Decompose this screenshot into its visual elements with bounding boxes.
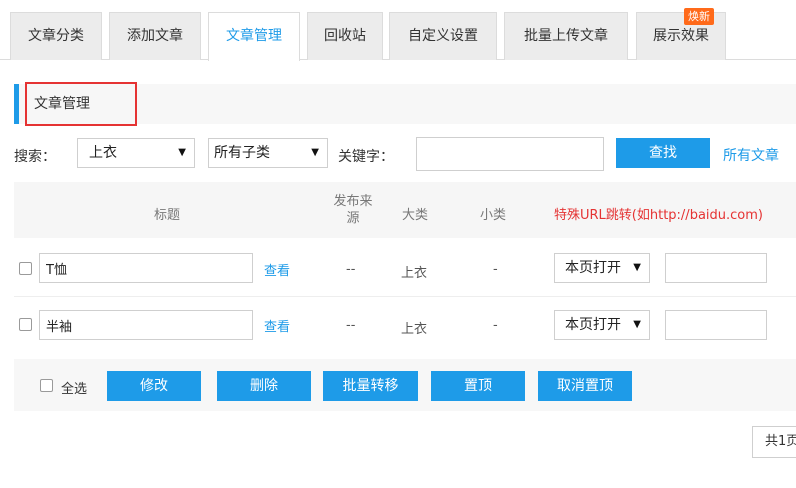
delete-button[interactable]: 删除 [217, 371, 311, 401]
search-label: 搜索： [14, 149, 56, 165]
chevron-down-icon: ▼ [178, 147, 186, 158]
article-title-input[interactable] [39, 253, 253, 283]
tab-article-management[interactable]: 文章管理 [208, 12, 300, 61]
article-title-input[interactable] [39, 310, 253, 340]
source-cell: -- [346, 262, 356, 277]
select-all-label[interactable]: 全选 [61, 378, 87, 397]
new-badge: 焕新 [684, 8, 714, 25]
major-category-cell: 上衣 [401, 322, 428, 337]
special-url-input[interactable] [665, 253, 767, 283]
major-category-cell: 上衣 [401, 266, 428, 281]
open-mode-value: 本页打开 [565, 317, 621, 333]
keyword-input[interactable] [416, 137, 604, 171]
column-header-source: 发布来源 [333, 194, 373, 226]
row-divider [14, 296, 796, 297]
keyword-label: 关键字： [338, 149, 394, 165]
chevron-down-icon: ▼ [311, 147, 319, 158]
open-mode-select[interactable]: 本页打开 ▼ [554, 253, 650, 283]
category-select[interactable]: 上衣 ▼ [77, 138, 195, 168]
tab-add-article[interactable]: 添加文章 [109, 12, 201, 60]
view-link[interactable]: 查看 [264, 260, 290, 279]
row-checkbox[interactable] [19, 262, 32, 275]
article-management-page: 文章分类 添加文章 文章管理 回收站 自定义设置 批量上传文章 展示效果 焕新 … [0, 0, 796, 488]
row-checkbox[interactable] [19, 318, 32, 331]
view-link[interactable]: 查看 [264, 316, 290, 335]
chevron-down-icon: ▼ [633, 262, 641, 273]
unpin-button[interactable]: 取消置顶 [538, 371, 632, 401]
all-articles-link[interactable]: 所有文章 [723, 145, 779, 165]
tab-bar: 文章分类 添加文章 文章管理 回收站 自定义设置 批量上传文章 展示效果 焕新 [0, 0, 796, 61]
column-header-minor: 小类 [480, 208, 507, 223]
column-header-title: 标题 [154, 208, 181, 223]
tab-batch-upload[interactable]: 批量上传文章 [504, 12, 628, 60]
tab-custom-settings[interactable]: 自定义设置 [389, 12, 497, 60]
source-cell: -- [346, 318, 356, 333]
column-header-special-url: 特殊URL跳转(如http://baidu.com) [554, 208, 763, 223]
open-mode-value: 本页打开 [565, 260, 621, 276]
column-header-major: 大类 [402, 208, 429, 223]
subcategory-select[interactable]: 所有子类 ▼ [208, 138, 328, 168]
select-all-checkbox[interactable] [40, 379, 53, 392]
edit-button[interactable]: 修改 [107, 371, 201, 401]
minor-category-cell: - [493, 262, 498, 277]
section-accent-bar [14, 84, 19, 124]
tab-article-category[interactable]: 文章分类 [10, 12, 102, 60]
special-url-input[interactable] [665, 310, 767, 340]
pin-button[interactable]: 置顶 [431, 371, 525, 401]
chevron-down-icon: ▼ [633, 319, 641, 330]
batch-move-button[interactable]: 批量转移 [323, 371, 418, 401]
section-title: 文章管理 [25, 82, 137, 126]
subcategory-select-value: 所有子类 [214, 145, 270, 161]
search-button[interactable]: 查找 [616, 138, 710, 168]
pagination-info: 共1页 [752, 426, 796, 458]
tab-recycle-bin[interactable]: 回收站 [307, 12, 383, 60]
category-select-value: 上衣 [89, 145, 117, 161]
minor-category-cell: - [493, 318, 498, 333]
open-mode-select[interactable]: 本页打开 ▼ [554, 310, 650, 340]
